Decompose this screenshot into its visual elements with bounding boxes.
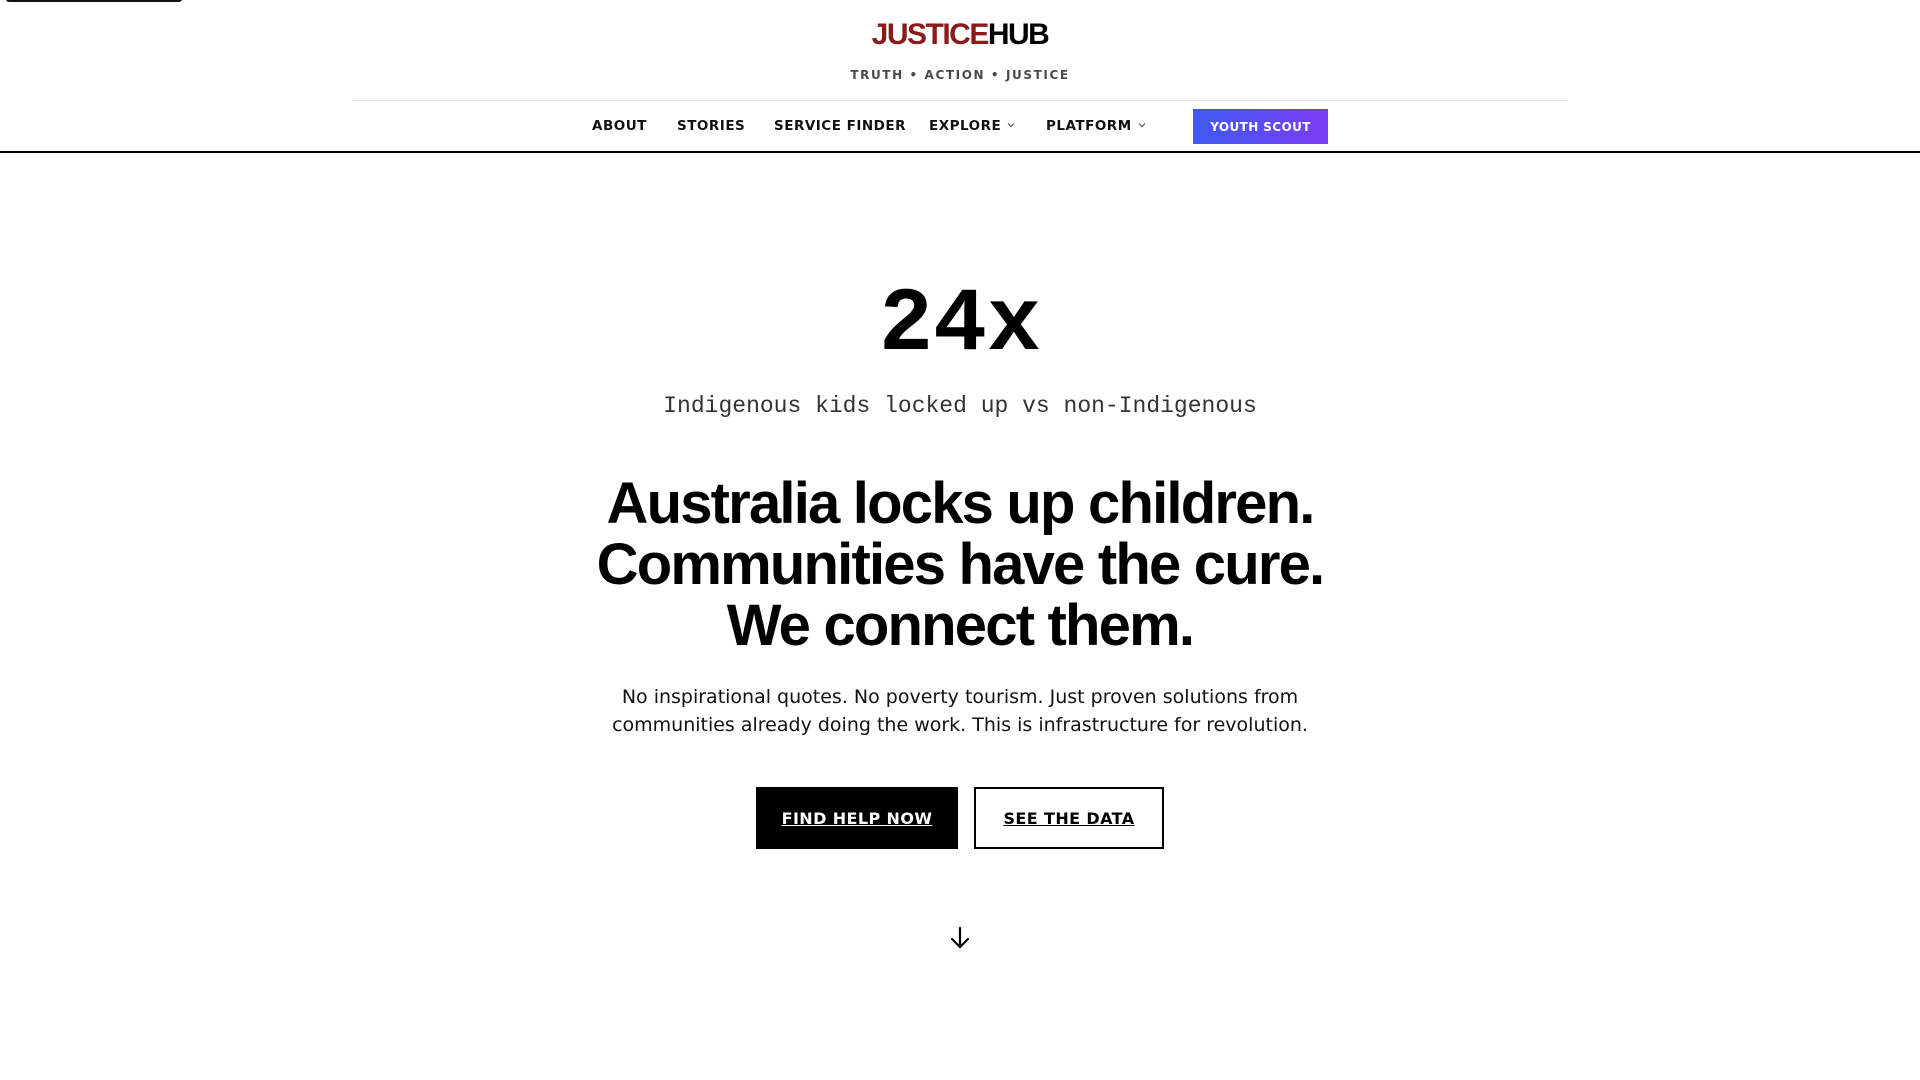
subtext-line: No inspirational quotes. No poverty tour… <box>621 686 1299 708</box>
headline-line: We connect them. <box>726 593 1195 658</box>
site-header: JUSTICEHUB TRUTH • ACTION • JUSTICE ABOU… <box>0 0 1920 153</box>
nav-item-label: PLATFORM <box>1046 118 1132 134</box>
hero-subtext: No inspirational quotes. No poverty tour… <box>560 683 1360 739</box>
nav-item-label: SERVICE FINDER <box>774 118 907 134</box>
nav-item-platform[interactable]: PLATFORM <box>1046 118 1146 134</box>
chevron-down-icon <box>1007 123 1015 128</box>
main-nav: ABOUT STORIES SERVICE FINDER EXPLORE PLA… <box>0 108 1920 144</box>
nav-item-about[interactable]: ABOUT <box>592 118 647 134</box>
stat-value: 24x <box>878 275 1042 377</box>
nav-item-label: STORIES <box>677 118 746 134</box>
logo-text-justice: JUSTICE <box>871 18 990 51</box>
logo-text-hub: HUB <box>987 18 1050 51</box>
chevron-down-icon <box>1138 123 1146 128</box>
nav-item-service-finder[interactable]: SERVICE FINDER <box>774 118 906 134</box>
stat-caption: Indigenous kids locked up vs non-Indigen… <box>663 393 1257 419</box>
youth-scout-button[interactable]: YOUTH SCOUT <box>1193 109 1328 144</box>
see-the-data-button[interactable]: SEE THE DATA <box>974 787 1164 849</box>
header-divider <box>352 100 1568 101</box>
arrow-down-icon[interactable] <box>946 924 974 952</box>
nav-item-label: EXPLORE <box>929 118 1002 134</box>
hero-headline: Australia locks up children. Communities… <box>0 473 1920 656</box>
subtext-line: communities already doing the work. This… <box>612 714 1308 736</box>
hero-section: 24x Indigenous kids locked up vs non-Ind… <box>0 153 1920 1078</box>
headline-line: Communities have the cure. <box>596 532 1326 597</box>
nav-item-stories[interactable]: STORIES <box>677 118 745 134</box>
nav-item-explore[interactable]: EXPLORE <box>929 118 1015 134</box>
find-help-now-button[interactable]: FIND HELP NOW <box>756 787 958 849</box>
nav-item-label: ABOUT <box>592 118 647 134</box>
tagline: TRUTH • ACTION • JUSTICE <box>850 68 1070 82</box>
logo[interactable]: JUSTICEHUB <box>0 17 1920 53</box>
headline-line: Australia locks up children. <box>606 471 1315 536</box>
